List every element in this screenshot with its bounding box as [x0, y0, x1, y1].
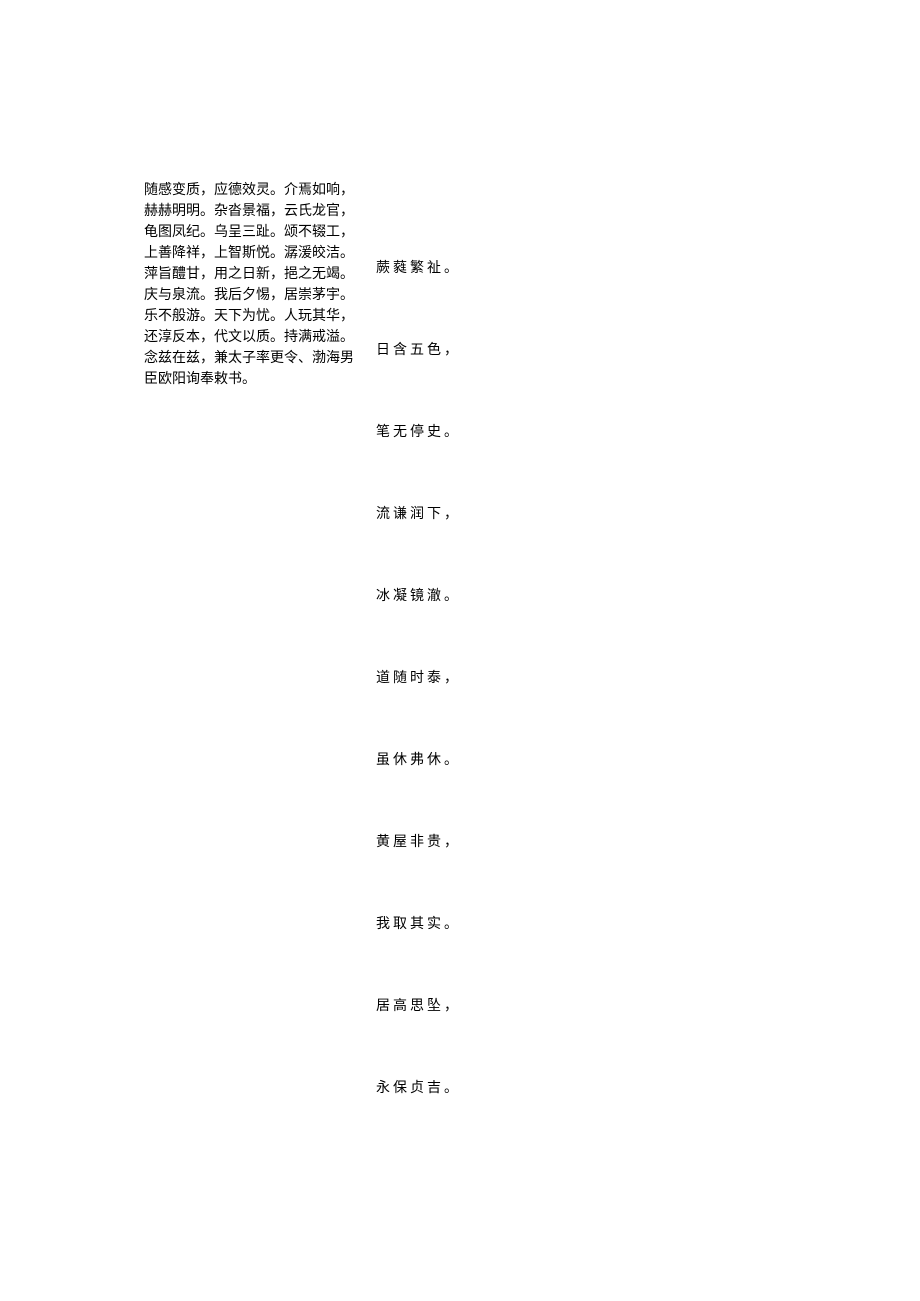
right-line: 笔无停史。 — [376, 421, 476, 441]
right-line: 日含五色， — [376, 339, 476, 359]
right-line: 黄屋非贵， — [376, 831, 476, 851]
right-line: 虽休弗休。 — [376, 749, 476, 769]
right-line: 道随时泰， — [376, 667, 476, 687]
right-line: 我取其实。 — [376, 913, 476, 933]
left-paragraph-text: 随感变质，应德效灵。介焉如响，赫赫明明。杂沓景福，云氏龙官，龟图凤纪。乌呈三趾。… — [144, 183, 354, 387]
right-text-column: 蕨蕤繁祉。 日含五色， 笔无停史。 流谦润下， 冰凝镜澈。 道随时泰， 虽休弗休… — [376, 257, 476, 1097]
right-line: 蕨蕤繁祉。 — [376, 257, 476, 277]
right-line: 居高思坠， — [376, 995, 476, 1015]
right-line: 冰凝镜澈。 — [376, 585, 476, 605]
right-line: 永保贞吉。 — [376, 1077, 476, 1097]
right-line: 流谦润下， — [376, 503, 476, 523]
left-text-block: 随感变质，应德效灵。介焉如响，赫赫明明。杂沓景福，云氏龙官，龟图凤纪。乌呈三趾。… — [144, 180, 354, 390]
